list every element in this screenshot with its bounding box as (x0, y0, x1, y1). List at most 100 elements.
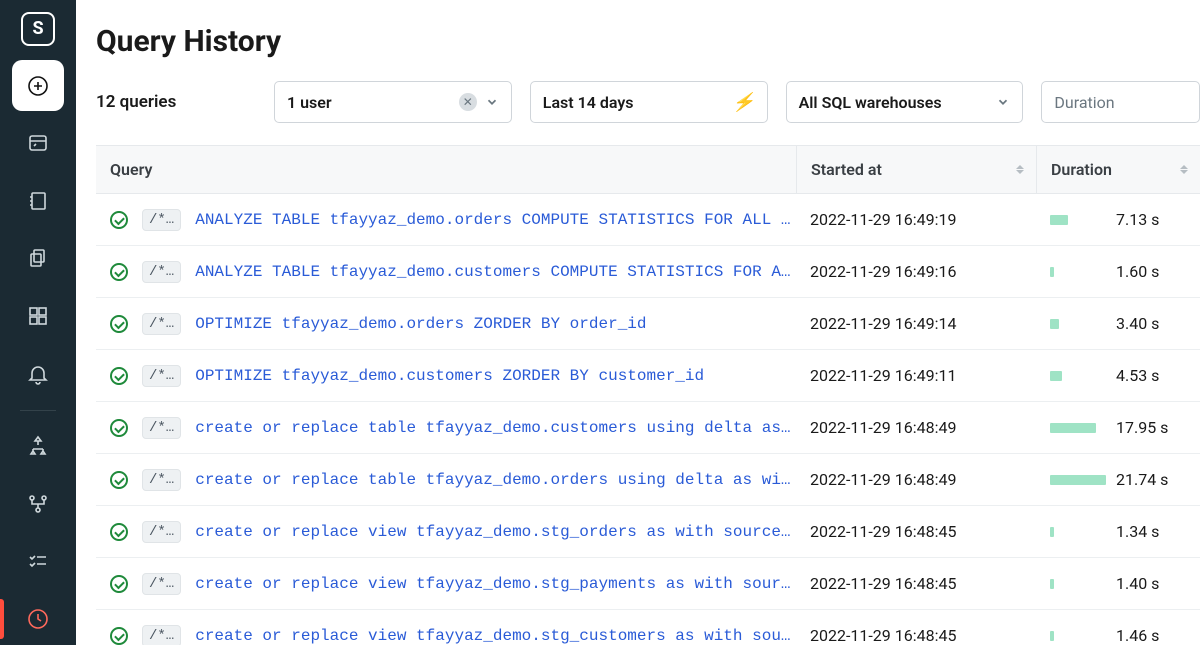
table-row[interactable]: /*… create or replace view tfayyaz_demo.s… (96, 610, 1200, 645)
duration-bar (1050, 369, 1106, 383)
table-row[interactable]: /*…create or replace view tfayyaz_demo.s… (96, 558, 1200, 610)
started-cell: 2022-11-29 16:48:45 (796, 574, 1036, 593)
query-table: Query Started at Duration /*… ANALYZE TAB… (96, 145, 1200, 645)
table-row[interactable]: /*… ANALYZE TABLE tfayyaz_demo.customers … (96, 246, 1200, 298)
query-link[interactable]: ANALYZE TABLE tfayyaz_demo.customers COM… (195, 263, 796, 281)
duration-bar (1050, 213, 1106, 227)
grid-icon (26, 304, 50, 328)
query-cell: /*… create or replace view tfayyaz_demo.s… (96, 625, 796, 645)
page-title: Query History (96, 24, 1200, 59)
table-row[interactable]: /*… OPTIMIZE tfayyaz_demo.customers ZORDE… (96, 350, 1200, 402)
status-success-icon (110, 263, 128, 281)
nav-sql-editor[interactable] (12, 117, 64, 169)
duration-text: 3.40 s (1116, 314, 1159, 333)
sidebar-divider (20, 410, 56, 411)
col-duration-header[interactable]: Duration (1036, 146, 1200, 193)
duration-cell: 17.95 s (1036, 418, 1200, 437)
filter-bar: 12 queries 1 user ✕ Last 14 days ⚡ All S… (96, 81, 1200, 123)
clear-user-icon[interactable]: ✕ (459, 93, 477, 111)
duration-text: 1.60 s (1116, 262, 1159, 281)
duration-bar (1050, 473, 1106, 487)
table-header: Query Started at Duration (96, 146, 1200, 194)
nav-compute[interactable] (12, 478, 64, 530)
started-cell: 2022-11-29 16:49:19 (796, 210, 1036, 229)
query-link[interactable]: ANALYZE TABLE tfayyaz_demo.orders COMPUT… (195, 211, 796, 229)
duration-text: 1.40 s (1116, 574, 1159, 593)
table-row[interactable]: /*…OPTIMIZE tfayyaz_demo.orders ZORDER B… (96, 298, 1200, 350)
status-success-icon (110, 211, 128, 229)
query-link[interactable]: create or replace table tfayyaz_demo.ord… (195, 471, 796, 489)
filter-warehouse[interactable]: All SQL warehouses (786, 81, 1024, 123)
duration-cell: 4.53 s (1036, 366, 1200, 385)
query-link[interactable]: create or replace view tfayyaz_demo.stg_… (195, 627, 796, 645)
clock-icon (26, 607, 50, 631)
filter-date-label: Last 14 days (543, 93, 634, 112)
chevron-down-icon (485, 95, 499, 109)
duration-text: 1.34 s (1116, 522, 1159, 541)
comment-badge: /*… (142, 521, 181, 543)
sort-icon (1016, 165, 1024, 174)
col-started-header[interactable]: Started at (796, 146, 1036, 193)
query-cell: /*… create or replace table tfayyaz_demo.… (96, 417, 796, 439)
nav-new-button[interactable] (12, 60, 64, 112)
query-cell: /*… ANALYZE TABLE tfayyaz_demo.customers … (96, 261, 796, 283)
duration-bar (1050, 265, 1106, 279)
query-cell: /*… create or replace view tfayyaz_demo.s… (96, 521, 796, 543)
query-link[interactable]: create or replace view tfayyaz_demo.stg_… (195, 523, 796, 541)
query-link[interactable]: OPTIMIZE tfayyaz_demo.orders ZORDER BY o… (195, 315, 796, 333)
filter-date-range[interactable]: Last 14 days ⚡ (530, 81, 768, 123)
duration-text: 1.46 s (1116, 626, 1159, 645)
comment-badge: /*… (142, 209, 181, 231)
nav-alerts[interactable] (12, 348, 64, 400)
status-success-icon (110, 367, 128, 385)
col-query-header[interactable]: Query (96, 146, 796, 193)
table-row[interactable]: /*… create or replace view tfayyaz_demo.s… (96, 506, 1200, 558)
started-cell: 2022-11-29 16:48:45 (796, 522, 1036, 541)
started-cell: 2022-11-29 16:48:49 (796, 470, 1036, 489)
duration-text: 7.13 s (1116, 210, 1159, 229)
query-cell: /*…create or replace table tfayyaz_demo.… (96, 469, 796, 491)
bell-icon (26, 362, 50, 386)
nav-dashboards[interactable] (12, 290, 64, 342)
status-success-icon (110, 523, 128, 541)
duration-text: 17.95 s (1116, 418, 1168, 437)
duration-cell: 1.60 s (1036, 262, 1200, 281)
comment-badge: /*… (142, 417, 181, 439)
query-cell: /*…create or replace view tfayyaz_demo.s… (96, 573, 796, 595)
query-cell: /*… ANALYZE TABLE tfayyaz_demo.orders COM… (96, 209, 796, 231)
table-row[interactable]: /*…create or replace table tfayyaz_demo.… (96, 454, 1200, 506)
comment-badge: /*… (142, 365, 181, 387)
filter-user[interactable]: 1 user ✕ (274, 81, 512, 123)
query-link[interactable]: OPTIMIZE tfayyaz_demo.customers ZORDER B… (195, 367, 796, 385)
started-cell: 2022-11-29 16:48:45 (796, 626, 1036, 645)
duration-cell: 1.46 s (1036, 626, 1200, 645)
nav-notebooks[interactable] (12, 175, 64, 227)
duration-cell: 1.40 s (1036, 574, 1200, 593)
duration-cell: 3.40 s (1036, 314, 1200, 333)
query-link[interactable]: create or replace view tfayyaz_demo.stg_… (195, 575, 796, 593)
query-link[interactable]: create or replace table tfayyaz_demo.cus… (195, 419, 796, 437)
filter-duration[interactable]: Duration (1041, 81, 1200, 123)
nav-copy[interactable] (12, 233, 64, 285)
main-content: Query History 12 queries 1 user ✕ Last 1… (76, 0, 1200, 645)
comment-badge: /*… (142, 261, 181, 283)
filter-warehouse-label: All SQL warehouses (799, 93, 942, 112)
sql-editor-icon (26, 131, 50, 155)
duration-bar (1050, 577, 1106, 591)
nav-query-history[interactable] (12, 593, 64, 645)
plus-circle-icon (26, 74, 50, 98)
app-logo[interactable]: S (21, 12, 55, 46)
duration-text: 21.74 s (1116, 470, 1168, 489)
nav-data[interactable] (12, 421, 64, 473)
filter-user-label: 1 user (287, 93, 332, 112)
table-row[interactable]: /*… create or replace table tfayyaz_demo.… (96, 402, 1200, 454)
duration-cell: 21.74 s (1036, 470, 1200, 489)
duration-text: 4.53 s (1116, 366, 1159, 385)
started-cell: 2022-11-29 16:49:16 (796, 262, 1036, 281)
duration-bar (1050, 317, 1106, 331)
duration-cell: 7.13 s (1036, 210, 1200, 229)
sidebar: S (0, 0, 76, 645)
comment-badge: /*… (142, 625, 181, 645)
nav-tasks[interactable] (12, 536, 64, 588)
table-row[interactable]: /*… ANALYZE TABLE tfayyaz_demo.orders COM… (96, 194, 1200, 246)
